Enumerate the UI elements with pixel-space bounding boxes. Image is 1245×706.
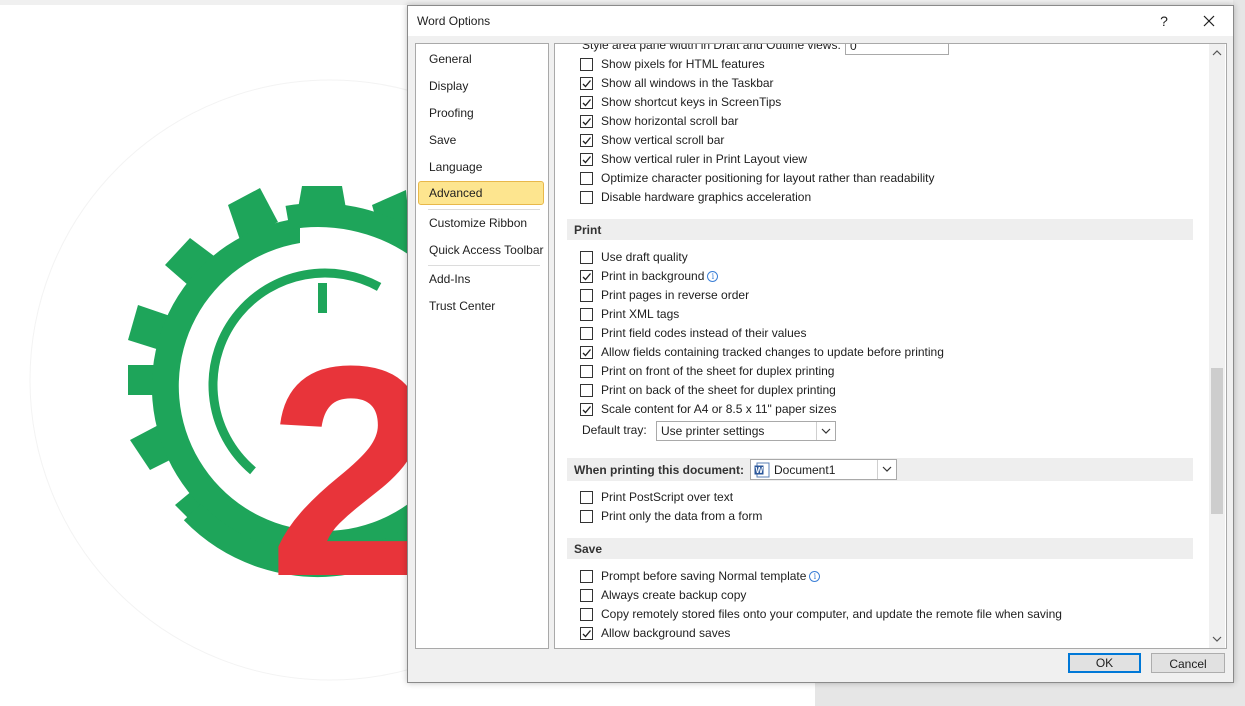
info-icon[interactable]: i xyxy=(809,571,821,582)
checkbox[interactable] xyxy=(580,172,593,185)
checkbox[interactable] xyxy=(580,308,593,321)
background-page-edge xyxy=(815,680,1245,706)
checkbox-checked[interactable] xyxy=(580,270,593,283)
nav-item-add-ins[interactable]: Add-Ins xyxy=(418,267,544,291)
checkbox[interactable] xyxy=(580,251,593,264)
checkmark-icon xyxy=(582,137,591,145)
document-selector-dropdown[interactable]: W Document1 xyxy=(750,459,897,480)
section-header-save: Save xyxy=(567,538,1193,559)
scrollbar-thumb[interactable] xyxy=(1211,368,1223,514)
nav-item-language[interactable]: Language xyxy=(418,155,544,179)
info-icon[interactable]: i xyxy=(707,271,719,282)
checkmark-icon xyxy=(582,156,591,164)
nav-item-quick-access-toolbar[interactable]: Quick Access Toolbar xyxy=(418,238,544,262)
nav-item-trust-center[interactable]: Trust Center xyxy=(418,294,544,318)
checkmark-icon xyxy=(582,99,591,107)
word-options-dialog: Word Options ? General Display Proofing … xyxy=(407,5,1234,683)
checkmark-icon xyxy=(582,630,591,638)
checkmark-icon xyxy=(582,118,591,126)
checkbox[interactable] xyxy=(580,570,593,583)
checkbox-checked[interactable] xyxy=(580,153,593,166)
ok-button[interactable]: OK xyxy=(1068,653,1141,673)
word-document-icon: W xyxy=(754,462,770,481)
checkbox-checked[interactable] xyxy=(580,115,593,128)
checkmark-icon xyxy=(582,273,591,281)
chevron-down-icon xyxy=(1212,636,1222,642)
chevron-up-icon xyxy=(1212,50,1222,56)
nav-item-proofing[interactable]: Proofing xyxy=(418,101,544,125)
checkmark-icon xyxy=(582,349,591,357)
close-button[interactable] xyxy=(1195,9,1223,33)
close-icon xyxy=(1203,15,1215,27)
options-category-list: General Display Proofing Save Language A… xyxy=(415,43,549,649)
checkbox-checked[interactable] xyxy=(580,403,593,416)
title-bar[interactable]: Word Options ? xyxy=(408,6,1233,36)
dialog-title: Word Options xyxy=(417,14,491,28)
checkbox-checked[interactable] xyxy=(580,96,593,109)
vertical-scrollbar[interactable] xyxy=(1209,44,1225,648)
default-tray-dropdown[interactable]: Use printer settings xyxy=(656,421,836,441)
checkbox-checked[interactable] xyxy=(580,346,593,359)
nav-item-customize-ribbon[interactable]: Customize Ribbon xyxy=(418,211,544,235)
checkbox[interactable] xyxy=(580,327,593,340)
advanced-options-pane: Style area pane width in Draft and Outli… xyxy=(554,43,1227,649)
chevron-down-icon xyxy=(816,422,835,440)
nav-item-save[interactable]: Save xyxy=(418,128,544,152)
nav-divider xyxy=(428,265,540,266)
background-right-edge xyxy=(1233,0,1245,706)
section-header-print: Print xyxy=(567,219,1193,240)
nav-item-advanced[interactable]: Advanced xyxy=(418,181,544,205)
style-area-width-input[interactable]: 0 xyxy=(845,44,949,55)
checkbox[interactable] xyxy=(580,491,593,504)
help-button[interactable]: ? xyxy=(1153,11,1175,31)
nav-item-display[interactable]: Display xyxy=(418,74,544,98)
section-header-when-printing: When printing this document: W Document1 xyxy=(567,458,1193,481)
checkbox-checked[interactable] xyxy=(580,134,593,147)
default-tray-label: Default tray: xyxy=(582,423,647,437)
checkbox[interactable] xyxy=(580,365,593,378)
checkbox[interactable] xyxy=(580,289,593,302)
checkbox[interactable] xyxy=(580,191,593,204)
cancel-button[interactable]: Cancel xyxy=(1151,653,1225,673)
checkbox[interactable] xyxy=(580,510,593,523)
checkmark-icon xyxy=(582,80,591,88)
checkbox[interactable] xyxy=(580,589,593,602)
checkbox-checked[interactable] xyxy=(580,627,593,640)
chevron-down-icon xyxy=(877,460,896,479)
default-tray-row: Default tray: Use printer settings xyxy=(582,421,882,441)
checkbox[interactable] xyxy=(580,58,593,71)
scroll-down-button[interactable] xyxy=(1209,632,1225,646)
svg-text:W: W xyxy=(756,466,764,475)
style-area-label: Style area pane width in Draft and Outli… xyxy=(582,43,841,52)
checkmark-icon xyxy=(582,406,591,414)
nav-item-general[interactable]: General xyxy=(418,47,544,71)
scroll-up-button[interactable] xyxy=(1209,46,1225,60)
checkbox[interactable] xyxy=(580,384,593,397)
checkbox-checked[interactable] xyxy=(580,77,593,90)
nav-divider xyxy=(428,209,540,210)
checkbox[interactable] xyxy=(580,608,593,621)
